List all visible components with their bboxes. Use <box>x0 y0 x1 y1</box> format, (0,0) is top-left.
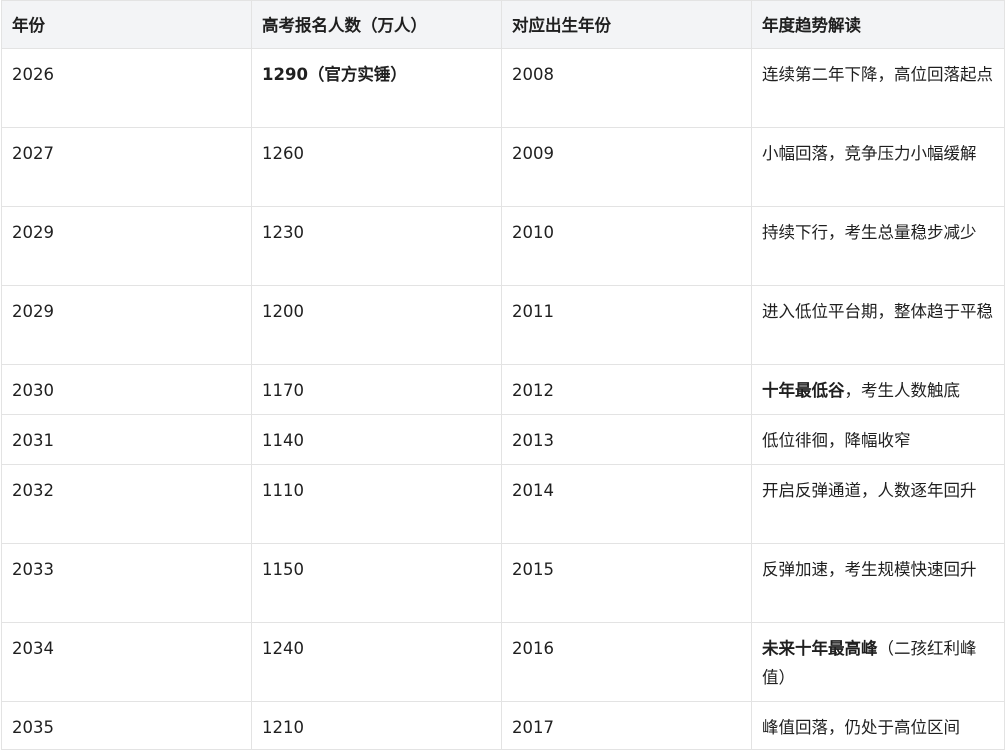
header-row: 年份 高考报名人数（万人） 对应出生年份 年度趋势解读 <box>1 0 1005 49</box>
table-row: 2033 1150 2015 反弹加速，考生规模快速回升 <box>1 543 1005 623</box>
table-row: 2029 1230 2010 持续下行，考生总量稳步减少 <box>1 206 1005 286</box>
table-row: 2029 1200 2011 进入低位平台期，整体趋于平稳 <box>1 285 1005 365</box>
cell-trend: 连续第二年下降，高位回落起点 <box>751 48 1005 128</box>
cell-birth-year: 2016 <box>501 622 752 702</box>
trend-text: 低位徘徊，降幅收窄 <box>762 431 911 450</box>
cell-birth-year: 2008 <box>501 48 752 128</box>
cell-trend: 峰值回落，仍处于高位区间 <box>751 701 1005 750</box>
trend-text: 小幅回落，竞争压力小幅缓解 <box>762 144 977 163</box>
cell-trend: 反弹加速，考生规模快速回升 <box>751 543 1005 623</box>
header-year: 年份 <box>1 0 252 49</box>
trend-text: 进入低位平台期，整体趋于平稳 <box>762 302 993 321</box>
cell-trend: 低位徘徊，降幅收窄 <box>751 414 1005 465</box>
cell-trend: 未来十年最高峰（二孩红利峰值） <box>751 622 1005 702</box>
trend-text: 连续第二年下降，高位回落起点 <box>762 65 993 84</box>
cell-applicants: 1110 <box>251 464 502 544</box>
header-applicants: 高考报名人数（万人） <box>251 0 502 49</box>
cell-trend: 十年最低谷，考生人数触底 <box>751 364 1005 415</box>
cell-birth-year: 2017 <box>501 701 752 750</box>
table-row: 2031 1140 2013 低位徘徊，降幅收窄 <box>1 414 1005 465</box>
trend-highlight: 未来十年最高峰 <box>762 639 878 658</box>
table-row: 2032 1110 2014 开启反弹通道，人数逐年回升 <box>1 464 1005 544</box>
cell-year: 2031 <box>1 414 252 465</box>
trend-highlight: 十年最低谷 <box>762 381 845 400</box>
cell-birth-year: 2011 <box>501 285 752 365</box>
cell-applicants: 1170 <box>251 364 502 415</box>
trend-text: 反弹加速，考生规模快速回升 <box>762 560 977 579</box>
cell-year: 2035 <box>1 701 252 750</box>
table-row: 2026 1290（官方实锤） 2008 连续第二年下降，高位回落起点 <box>1 48 1005 128</box>
cell-year: 2030 <box>1 364 252 415</box>
cell-applicants: 1260 <box>251 127 502 207</box>
cell-applicants: 1240 <box>251 622 502 702</box>
cell-year: 2029 <box>1 206 252 286</box>
cell-trend: 进入低位平台期，整体趋于平稳 <box>751 285 1005 365</box>
cell-applicants: 1290（官方实锤） <box>251 48 502 128</box>
cell-trend: 开启反弹通道，人数逐年回升 <box>751 464 1005 544</box>
cell-year: 2032 <box>1 464 252 544</box>
trend-text: ，考生人数触底 <box>844 381 961 400</box>
table-row: 2035 1210 2017 峰值回落，仍处于高位区间 <box>1 701 1005 750</box>
header-birth-year: 对应出生年份 <box>501 0 752 49</box>
table-body: 2026 1290（官方实锤） 2008 连续第二年下降，高位回落起点 2027 1260… <box>1 48 1005 750</box>
trend-text: 持续下行，考生总量稳步减少 <box>762 223 977 242</box>
cell-applicants: 1230 <box>251 206 502 286</box>
cell-birth-year: 2012 <box>501 364 752 415</box>
cell-applicants: 1140 <box>251 414 502 465</box>
table-row: 2034 1240 2016 未来十年最高峰（二孩红利峰值） <box>1 622 1005 702</box>
cell-birth-year: 2010 <box>501 206 752 286</box>
header-trend: 年度趋势解读 <box>751 0 1005 49</box>
table-header: 年份 高考报名人数（万人） 对应出生年份 年度趋势解读 <box>1 0 1005 49</box>
cell-birth-year: 2009 <box>501 127 752 207</box>
cell-year: 2034 <box>1 622 252 702</box>
cell-birth-year: 2014 <box>501 464 752 544</box>
cell-trend: 小幅回落，竞争压力小幅缓解 <box>751 127 1005 207</box>
cell-year: 2029 <box>1 285 252 365</box>
cell-birth-year: 2015 <box>501 543 752 623</box>
cell-year: 2033 <box>1 543 252 623</box>
cell-trend: 持续下行，考生总量稳步减少 <box>751 206 1005 286</box>
trend-text: 峰值回落，仍处于高位区间 <box>762 718 960 737</box>
cell-year: 2026 <box>1 48 252 128</box>
forecast-table: 年份 高考报名人数（万人） 对应出生年份 年度趋势解读 2026 1290（官方实… <box>1 0 1005 750</box>
cell-applicants: 1150 <box>251 543 502 623</box>
cell-applicants: 1200 <box>251 285 502 365</box>
cell-applicants: 1210 <box>251 701 502 750</box>
trend-text: 开启反弹通道，人数逐年回升 <box>762 481 977 500</box>
table-row: 2030 1170 2012 十年最低谷，考生人数触底 <box>1 364 1005 415</box>
cell-birth-year: 2013 <box>501 414 752 465</box>
table-row: 2027 1260 2009 小幅回落，竞争压力小幅缓解 <box>1 127 1005 207</box>
cell-year: 2027 <box>1 127 252 207</box>
